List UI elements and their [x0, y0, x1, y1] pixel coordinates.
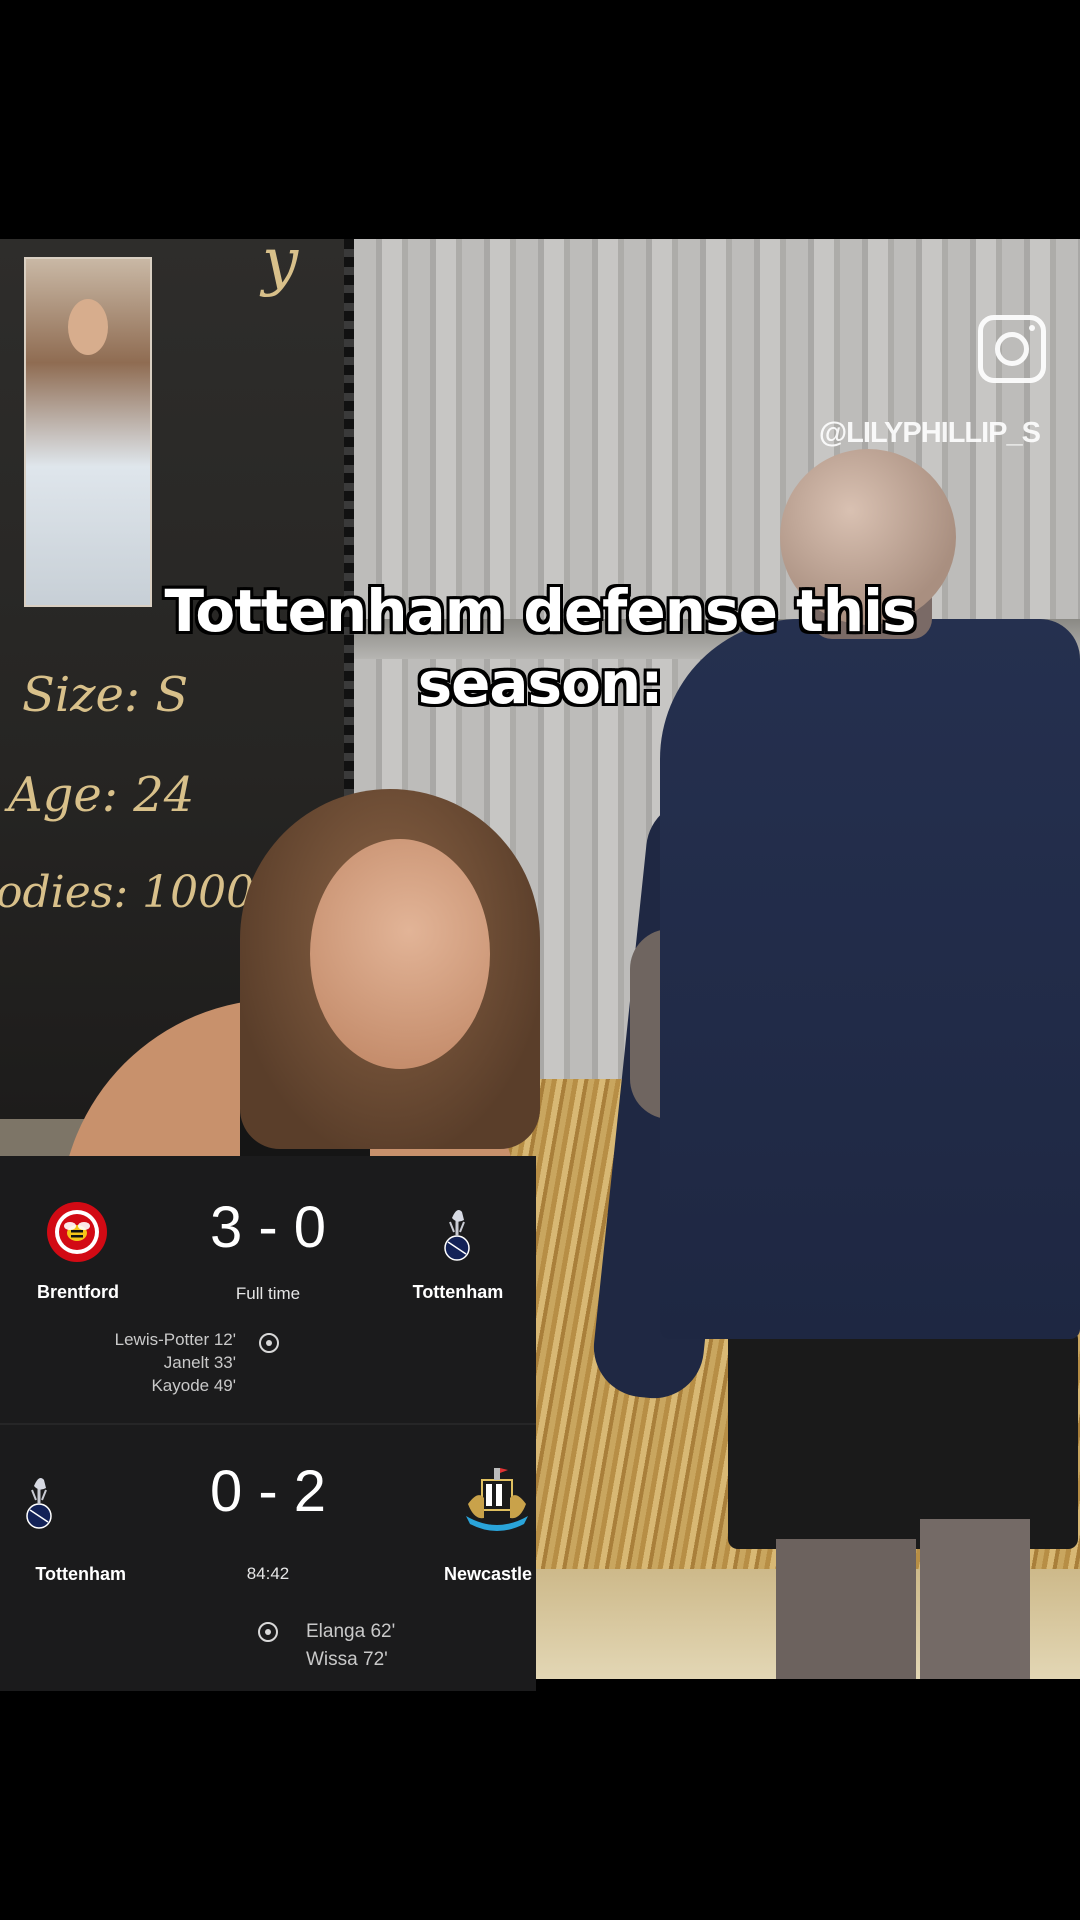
board-title-fragment: y — [262, 239, 299, 299]
scorer: Kayode 49' — [151, 1376, 236, 1395]
away-scorers: Elanga 62' Wissa 72' — [306, 1618, 395, 1674]
man-shirt — [660, 619, 1080, 1339]
scorer: Wissa 72' — [306, 1649, 388, 1670]
caption: Tottenham defense this season: — [0, 575, 1080, 719]
scorer: Elanga 62' — [306, 1621, 396, 1642]
goal-ball-icon — [259, 1333, 279, 1353]
home-scorers: Lewis-Potter 12' Janelt 33' Kayode 49' — [115, 1328, 236, 1397]
man-shorts — [728, 1329, 1078, 1549]
tottenham-crest-icon — [26, 1478, 52, 1529]
away-team-name: Tottenham — [412, 1282, 504, 1302]
away-team-name: Newcastle — [444, 1564, 533, 1584]
man-leg — [920, 1519, 1030, 1679]
scorer: Janelt 33' — [163, 1353, 236, 1372]
woman-face — [310, 839, 490, 1069]
match-status: Full time — [235, 1284, 301, 1303]
board-photo — [24, 257, 152, 607]
instagram-icon-ring — [995, 332, 1029, 366]
caption-line-2: season: — [417, 649, 664, 717]
score-overlay: Brentford 3 - 0 Full time Tottenham Lewi… — [0, 1156, 536, 1691]
instagram-icon — [978, 315, 1046, 383]
match-score: 0 - 2 — [209, 1459, 327, 1524]
man-leg — [776, 1539, 916, 1679]
caption-line-1: Tottenham defense this — [164, 577, 916, 645]
goal-ball-icon — [258, 1622, 278, 1642]
newcastle-crest-icon — [466, 1468, 528, 1531]
watermark-handle: @LILYPHILLIP_S — [818, 417, 1041, 449]
home-team-name: Tottenham — [35, 1564, 126, 1584]
scorer: Lewis-Potter 12' — [114, 1330, 236, 1349]
home-team-name: Brentford — [37, 1282, 119, 1302]
photo-face — [68, 299, 108, 355]
board-age-text: Age: 24 — [8, 767, 195, 823]
match-status: 84:42 — [246, 1564, 290, 1583]
brentford-crest-icon — [47, 1202, 107, 1262]
match-card[interactable]: Tottenham 0 - 2 84:42 Newcastle Elanga 6… — [0, 1426, 536, 1691]
match-score: 3 - 0 — [209, 1195, 327, 1260]
instagram-icon-dot — [1029, 325, 1035, 331]
match-card[interactable]: Brentford 3 - 0 Full time Tottenham Lewi… — [0, 1156, 536, 1425]
tottenham-crest-icon — [444, 1210, 470, 1261]
